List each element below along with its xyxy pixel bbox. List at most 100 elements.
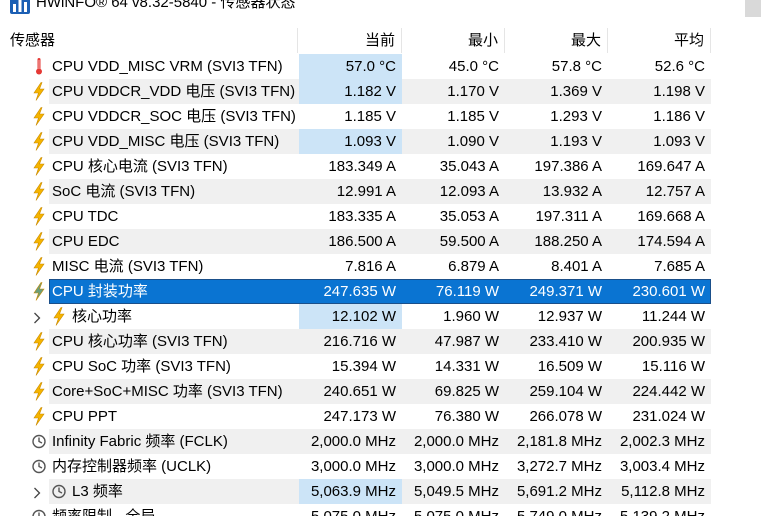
chevron-right-icon[interactable] — [33, 311, 41, 324]
sensor-row[interactable]: 核心功率 12.102 W 1.960 W 12.937 W 11.244 W — [0, 304, 711, 329]
current-value: 57.0 °C — [345, 58, 396, 75]
lightning-icon — [31, 382, 47, 401]
current-value: 15.394 W — [331, 358, 396, 375]
max-value: 1.293 V — [550, 108, 602, 125]
current-value: 186.500 A — [328, 233, 396, 250]
min-value: 6.879 A — [448, 258, 499, 275]
sensor-row[interactable]: SoC 电流 (SVI3 TFN) 12.991 A 12.093 A 13.932 … — [0, 179, 711, 204]
min-value: 1.170 V — [447, 83, 499, 100]
lightning-icon — [31, 332, 47, 351]
lightning-icon — [31, 282, 47, 301]
sensor-row[interactable]: CPU PPT 247.173 W 76.380 W 266.078 W 231.024… — [0, 404, 711, 429]
sensor-name: Infinity Fabric 频率 (FCLK) — [52, 433, 228, 450]
min-value: 5,075.0 MHz — [402, 504, 505, 516]
sensor-name: CPU VDD_MISC 电压 (SVI3 TFN) — [52, 133, 280, 150]
title-bar[interactable]: HWiNFO® 64 v8.32-5840 - 传感器状态 — [0, 0, 761, 22]
max-value: 5,691.2 MHz — [516, 483, 602, 500]
clock-icon — [31, 457, 47, 476]
column-header-avg[interactable]: 平均 — [608, 28, 711, 53]
avg-value: 1.186 V — [653, 108, 705, 125]
min-value: 1.090 V — [447, 133, 499, 150]
avg-value: 230.601 W — [632, 283, 705, 300]
current-value: 1.185 V — [344, 108, 396, 125]
sensor-row[interactable]: CPU VDD_MISC 电压 (SVI3 TFN) 1.093 V 1.090 V… — [0, 129, 711, 154]
avg-value: 169.647 A — [637, 158, 705, 175]
window-control-button[interactable] — [745, 0, 761, 17]
sensor-row[interactable]: CPU 封装功率 247.635 W 76.119 W 249.371 W 230.60… — [0, 279, 711, 304]
sensor-name: L3 频率 — [72, 483, 123, 500]
max-value: 16.509 W — [537, 358, 602, 375]
sensor-row[interactable]: 内存控制器频率 (UCLK) 3,000.0 MHz 3,000.0 MHz 3,27… — [0, 454, 711, 479]
sensor-row[interactable]: CPU EDC 186.500 A 59.500 A 188.250 A 174.594… — [0, 229, 711, 254]
max-value: 1.193 V — [550, 133, 602, 150]
min-value: 45.0 °C — [448, 58, 499, 75]
current-value: 7.816 A — [345, 258, 396, 275]
sensor-name: 核心功率 — [72, 308, 133, 325]
sensor-row[interactable]: MISC 电流 (SVI3 TFN) 7.816 A 6.879 A 8.401 A 7… — [0, 254, 711, 279]
lightning-icon — [31, 157, 47, 176]
max-value: 259.104 W — [529, 383, 602, 400]
column-header-row: 传感器 当前 最小 最大 平均 — [0, 28, 711, 53]
sensor-row[interactable]: CPU VDDCR_SOC 电压 (SVI3 TFN) 1.185 V 1.185 … — [0, 104, 711, 129]
sensor-name: 内存控制器频率 (UCLK) — [52, 458, 212, 475]
sensor-row[interactable]: 频率限制 - 全局5,075.0 MHz5,075.0 MHz5,749.0 M… — [0, 504, 711, 516]
avg-value: 3,003.4 MHz — [619, 458, 705, 475]
min-value: 59.500 A — [439, 233, 499, 250]
chevron-right-icon[interactable] — [33, 486, 41, 499]
avg-value: 15.116 W — [641, 358, 705, 375]
max-value: 197.311 A — [535, 208, 602, 225]
avg-value: 1.198 V — [653, 83, 705, 100]
sensor-name: CPU EDC — [52, 233, 120, 250]
column-header-max[interactable]: 最大 — [505, 28, 608, 53]
sensor-name: CPU PPT — [52, 408, 118, 425]
current-value: 247.173 W — [323, 408, 396, 425]
current-value: 2,000.0 MHz — [310, 433, 396, 450]
sensor-list[interactable]: CPU VDD_MISC VRM (SVI3 TFN) 57.0 °C 45.0 °… — [0, 54, 761, 516]
sensor-row[interactable]: Core+SoC+MISC 功率 (SVI3 TFN) 240.651 W 69.8… — [0, 379, 711, 404]
column-header-sensor[interactable]: 传感器 — [0, 28, 298, 53]
max-value: 13.932 A — [542, 183, 602, 200]
lightning-icon — [51, 307, 67, 326]
column-header-current[interactable]: 当前 — [298, 28, 402, 53]
max-value: 12.937 W — [537, 308, 602, 325]
sensor-row[interactable]: L3 频率 5,063.9 MHz 5,049.5 MHz 5,691.2 MHz 5,… — [0, 479, 711, 504]
avg-value: 11.244 W — [641, 308, 705, 325]
hwinfo-logo-icon — [10, 0, 30, 14]
sensor-row[interactable]: Infinity Fabric 频率 (FCLK) 2,000.0 MHz 2,00… — [0, 429, 711, 454]
sensor-name: 频率限制 - 全局 — [52, 504, 296, 516]
sensor-row[interactable]: CPU 核心电流 (SVI3 TFN) 183.349 A 35.043 A 197.… — [0, 154, 711, 179]
max-value: 1.369 V — [550, 83, 602, 100]
current-value: 5,063.9 MHz — [310, 483, 396, 500]
sensor-row[interactable]: CPU TDC 183.335 A 35.053 A 197.311 A 169.668… — [0, 204, 711, 229]
sensor-row[interactable]: CPU VDDCR_VDD 电压 (SVI3 TFN) 1.182 V 1.170 … — [0, 79, 711, 104]
current-value: 5,075.0 MHz — [298, 504, 402, 516]
current-value: 183.349 A — [328, 158, 396, 175]
sensor-row[interactable]: CPU SoC 功率 (SVI3 TFN) 15.394 W 14.331 W 16.… — [0, 354, 711, 379]
min-value: 1.960 W — [443, 308, 499, 325]
min-value: 47.987 W — [434, 333, 499, 350]
sensor-name: CPU 封装功率 — [52, 283, 148, 300]
min-value: 12.093 A — [439, 183, 499, 200]
sensor-name: CPU 核心功率 (SVI3 TFN) — [52, 333, 228, 350]
min-value: 35.053 A — [439, 208, 499, 225]
column-header-min[interactable]: 最小 — [402, 28, 505, 53]
lightning-icon — [31, 232, 47, 251]
min-value: 1.185 V — [447, 108, 499, 125]
min-value: 5,049.5 MHz — [413, 483, 499, 500]
avg-value: 7.685 A — [654, 258, 705, 275]
thermometer-icon — [31, 57, 47, 76]
max-value: 5,749.0 MHz — [505, 504, 608, 516]
lightning-icon — [31, 132, 47, 151]
lightning-icon — [31, 407, 47, 426]
current-value: 12.991 A — [336, 183, 396, 200]
clock-icon — [51, 482, 67, 501]
sensor-name: Core+SoC+MISC 功率 (SVI3 TFN) — [52, 383, 283, 400]
sensor-name: CPU SoC 功率 (SVI3 TFN) — [52, 358, 231, 375]
sensor-name: CPU 核心电流 (SVI3 TFN) — [52, 158, 228, 175]
max-value: 249.371 W — [529, 283, 602, 300]
current-value: 183.335 A — [328, 208, 396, 225]
lightning-icon — [31, 82, 47, 101]
sensor-row[interactable]: CPU 核心功率 (SVI3 TFN) 216.716 W 47.987 W 233.… — [0, 329, 711, 354]
current-value: 3,000.0 MHz — [310, 458, 396, 475]
sensor-row[interactable]: CPU VDD_MISC VRM (SVI3 TFN) 57.0 °C 45.0 °… — [0, 54, 711, 79]
